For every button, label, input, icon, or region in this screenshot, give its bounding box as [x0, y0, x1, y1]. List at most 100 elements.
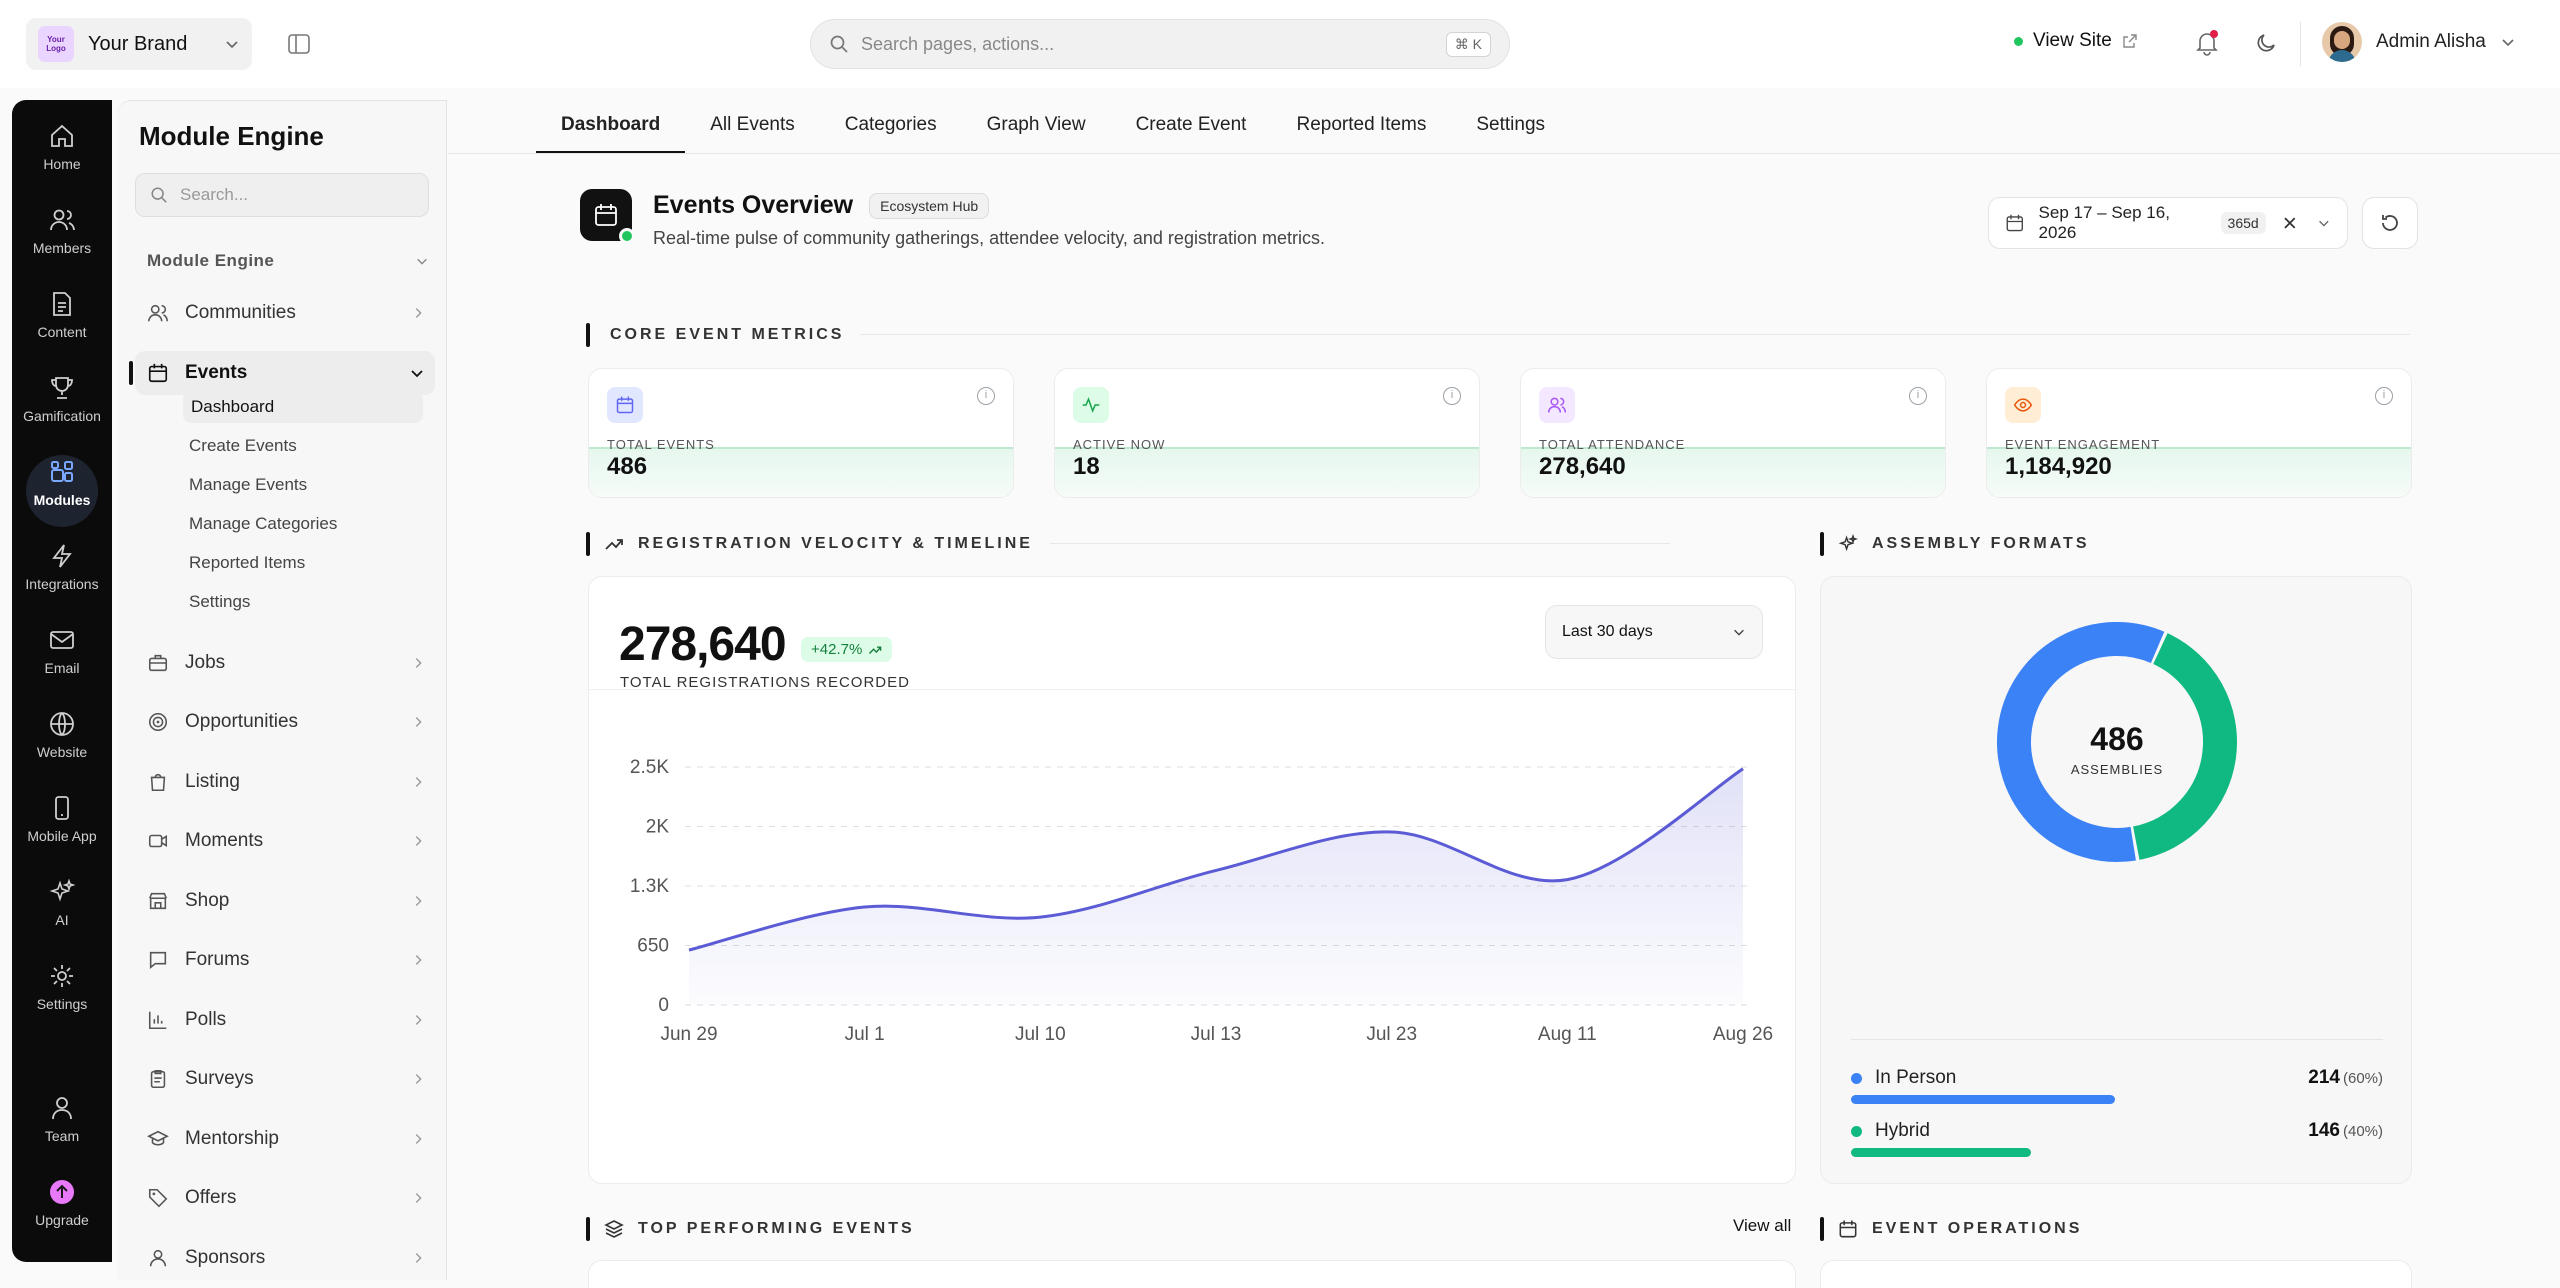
tab-dashboard[interactable]: Dashboard	[536, 96, 686, 154]
rail-item-email[interactable]: Email	[12, 626, 112, 676]
velocity-change-badge: +42.7%	[801, 637, 893, 662]
nav-item-jobs[interactable]: Jobs	[135, 641, 435, 685]
nav-item-communities[interactable]: Communities	[135, 291, 435, 335]
range-badge: 365d	[2220, 212, 2266, 234]
globe-icon	[50, 712, 74, 736]
nav-item-mentorship[interactable]: Mentorship	[135, 1117, 435, 1161]
donut-slice-hybrid[interactable]	[2132, 633, 2237, 860]
nav-item-shop[interactable]: Shop	[135, 879, 435, 923]
chevron-right-icon	[411, 1191, 425, 1205]
nav-item-forums[interactable]: Forums	[135, 938, 435, 982]
section-bar	[586, 532, 590, 556]
tab-categories[interactable]: Categories	[820, 96, 962, 154]
close-icon[interactable]	[2282, 215, 2298, 231]
date-range-text: Sep 17 – Sep 16, 2026	[2038, 203, 2170, 242]
metric-card-total-attendance[interactable]: i TOTAL ATTENDANCE 278,640	[1520, 368, 1946, 498]
panel-group-header[interactable]: Module Engine	[147, 251, 429, 271]
nav-item-events[interactable]: Events	[129, 350, 435, 395]
sidebar-toggle-icon[interactable]	[287, 32, 311, 56]
nav-item-label: Forums	[185, 949, 250, 970]
legend-pct: (40%)	[2342, 1123, 2383, 1140]
nav-item-moments[interactable]: Moments	[135, 819, 435, 863]
date-range-picker[interactable]: Sep 17 – Sep 16, 2026 365d	[1988, 197, 2348, 249]
chevron-right-icon	[411, 306, 425, 320]
tab-reported-items[interactable]: Reported Items	[1271, 96, 1451, 154]
metric-gradient	[1055, 447, 1479, 497]
nav-item-polls[interactable]: Polls	[135, 998, 435, 1042]
nav-item-surveys[interactable]: Surveys	[135, 1057, 435, 1101]
active-marker	[129, 360, 133, 385]
nav-sub-item-settings[interactable]: Settings	[189, 592, 250, 612]
nav-item-opportunities[interactable]: Opportunities	[135, 700, 435, 744]
nav-item-sponsors[interactable]: Sponsors	[135, 1236, 435, 1280]
legend-item-hybrid[interactable]: Hybrid 146 (40%)	[1851, 1120, 2383, 1160]
refresh-button[interactable]	[2362, 197, 2418, 249]
legend-item-in-person[interactable]: In Person 214 (60%)	[1851, 1067, 2383, 1107]
nav-sub-item-manage-categories[interactable]: Manage Categories	[189, 514, 337, 534]
info-icon[interactable]: i	[1909, 387, 1927, 405]
brand-switcher[interactable]: Your Logo Your Brand	[26, 18, 252, 70]
metric-value: 278,640	[1539, 453, 1626, 480]
info-icon[interactable]: i	[1443, 387, 1461, 405]
tab-create-event[interactable]: Create Event	[1111, 96, 1272, 154]
section-title: TOP PERFORMING EVENTS	[638, 1220, 915, 1237]
top-events-card	[588, 1260, 1796, 1288]
info-icon[interactable]: i	[2375, 387, 2393, 405]
divider	[1050, 543, 1670, 544]
events-icon	[147, 362, 169, 384]
metric-card-total-events[interactable]: i TOTAL EVENTS 486	[588, 368, 1014, 498]
rail-item-content[interactable]: Content	[12, 290, 112, 340]
rail-item-home[interactable]: Home	[12, 122, 112, 172]
nav-item-listing[interactable]: Listing	[135, 760, 435, 804]
info-icon[interactable]: i	[977, 387, 995, 405]
rail-item-members[interactable]: Members	[12, 206, 112, 256]
tab-settings[interactable]: Settings	[1451, 96, 1570, 154]
nav-item-offers[interactable]: Offers	[135, 1176, 435, 1220]
metric-icon-chip	[607, 387, 643, 423]
rail-item-mobile-app[interactable]: Mobile App	[12, 794, 112, 844]
rail-item-upgrade[interactable]: Upgrade	[12, 1178, 112, 1228]
period-select[interactable]: Last 30 days	[1545, 605, 1763, 659]
event-operations-card	[1820, 1260, 2412, 1288]
nav-sub-item-create-events[interactable]: Create Events	[189, 436, 297, 456]
panel-search-input[interactable]: Search...	[135, 173, 429, 217]
chevron-down-icon[interactable]	[2317, 216, 2331, 230]
rail-item-integrations[interactable]: Integrations	[12, 542, 112, 592]
nav-item-label: Communities	[185, 302, 296, 323]
sponsors-icon	[147, 1247, 169, 1269]
legend-dot	[1851, 1073, 1862, 1084]
section-core-metrics: CORE EVENT METRICS	[586, 323, 844, 347]
activity-icon	[1082, 397, 1100, 413]
nav-sub-item-reported-items[interactable]: Reported Items	[189, 553, 305, 573]
nav-sub-item-manage-events[interactable]: Manage Events	[189, 475, 307, 495]
phone-icon	[55, 796, 69, 820]
view-all-link[interactable]: View all	[1733, 1216, 1791, 1236]
notifications-button[interactable]	[2194, 30, 2220, 56]
metric-gradient	[589, 447, 1013, 497]
rail-item-website[interactable]: Website	[12, 710, 112, 760]
view-site-link[interactable]: View Site	[2014, 30, 2138, 52]
calendar-icon	[616, 396, 634, 414]
tab-divider	[448, 153, 2560, 154]
nav-sub-item-dashboard[interactable]: Dashboard	[183, 390, 423, 423]
section-formats: ASSEMBLY FORMATS	[1820, 532, 2090, 556]
rail-item-ai[interactable]: AI	[12, 878, 112, 928]
rail-item-settings[interactable]: Settings	[12, 962, 112, 1012]
divider	[1851, 1039, 2383, 1040]
mail-icon	[50, 631, 74, 649]
rail-item-modules[interactable]: Modules	[12, 458, 112, 508]
rail-label: Mobile App	[27, 828, 97, 844]
metric-card-event-engagement[interactable]: i EVENT ENGAGEMENT 1,184,920	[1986, 368, 2412, 498]
theme-toggle-button[interactable]	[2254, 31, 2278, 55]
user-menu[interactable]: Admin Alisha	[2322, 22, 2516, 62]
global-search-input[interactable]: Search pages, actions... ⌘ K	[810, 19, 1510, 69]
section-bar	[1820, 1217, 1824, 1241]
rail-item-gamification[interactable]: Gamification	[12, 374, 112, 424]
rail-item-team[interactable]: Team	[12, 1094, 112, 1144]
metric-card-active-now[interactable]: i ACTIVE NOW 18	[1054, 368, 1480, 498]
tab-all-events[interactable]: All Events	[685, 96, 819, 154]
metric-label: ACTIVE NOW	[1073, 437, 1166, 452]
legend-bar	[1851, 1095, 2115, 1104]
tab-graph-view[interactable]: Graph View	[962, 96, 1111, 154]
chevron-right-icon	[411, 834, 425, 848]
